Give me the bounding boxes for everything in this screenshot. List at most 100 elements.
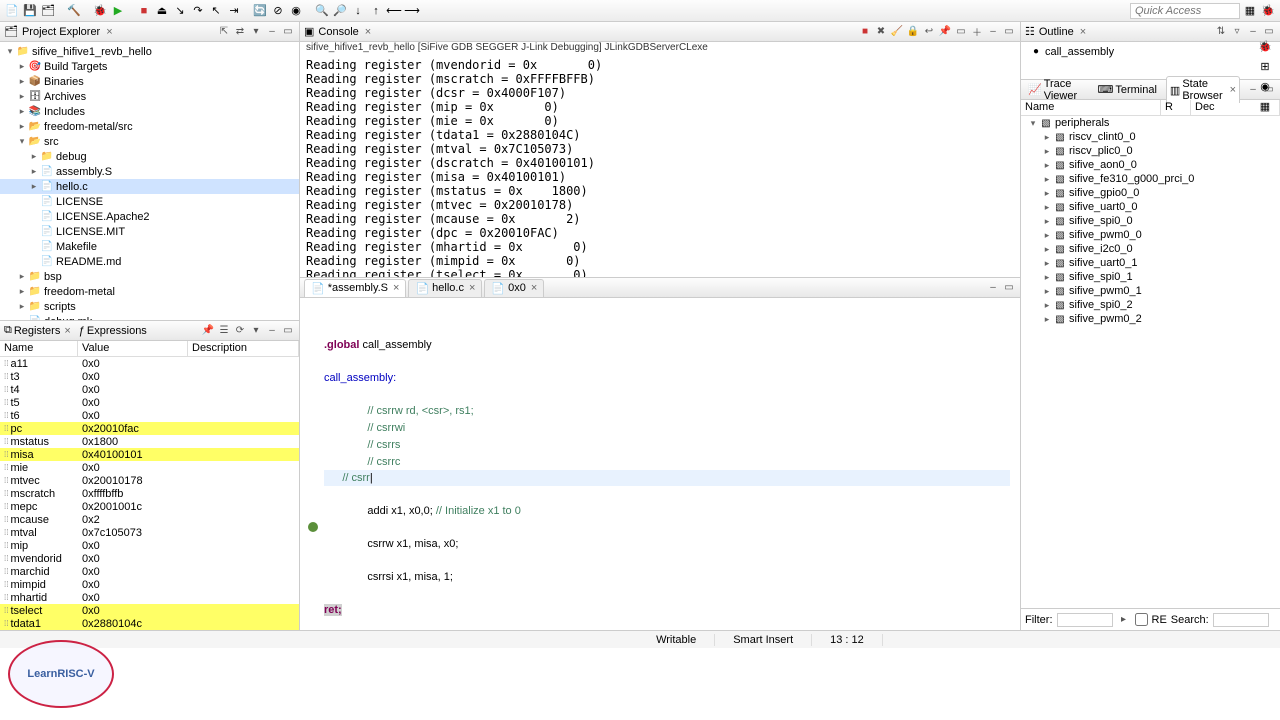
state-item[interactable]: ▸▧sifive_uart0_1 bbox=[1021, 256, 1280, 270]
apply-filter-icon[interactable]: ▸ bbox=[1117, 613, 1131, 627]
scroll-lock-icon[interactable]: 🔒 bbox=[906, 25, 920, 39]
terminate-icon[interactable]: ⊘ bbox=[270, 3, 286, 19]
back-icon[interactable]: ⟵ bbox=[386, 3, 402, 19]
state-item[interactable]: ▾▧peripherals bbox=[1021, 116, 1280, 130]
twisty-icon[interactable]: ▸ bbox=[1041, 244, 1053, 255]
register-row[interactable]: ⁞⁞t40x0 bbox=[0, 383, 299, 396]
twisty-icon[interactable]: ▸ bbox=[1041, 202, 1053, 213]
maximize-icon[interactable]: ▭ bbox=[1002, 25, 1016, 39]
step-return-icon[interactable]: ↖ bbox=[208, 3, 224, 19]
pin-console-icon[interactable]: 📌 bbox=[938, 25, 952, 39]
re-checkbox[interactable] bbox=[1135, 613, 1148, 626]
step-into-icon[interactable]: ↘ bbox=[172, 3, 188, 19]
debug-config-icon[interactable]: 🐞 bbox=[92, 3, 108, 19]
tree-item[interactable]: ▸📄hello.c bbox=[0, 179, 299, 194]
registers-body[interactable]: ⁞⁞a110x0⁞⁞t30x0⁞⁞t40x0⁞⁞t50x0⁞⁞t60x0⁞⁞pc… bbox=[0, 357, 299, 630]
debug-view-icon[interactable]: 🐞 bbox=[1258, 40, 1272, 54]
close-icon[interactable]: × bbox=[365, 26, 371, 38]
editor-body[interactable]: .global call_assembly call_assembly: // … bbox=[300, 298, 1020, 640]
state-item[interactable]: ▸▧sifive_spi0_2 bbox=[1021, 298, 1280, 312]
memory-view-icon[interactable]: ▦ bbox=[1258, 100, 1272, 114]
register-row[interactable]: ⁞⁞mimpid0x0 bbox=[0, 578, 299, 591]
register-row[interactable]: ⁞⁞t60x0 bbox=[0, 409, 299, 422]
twisty-icon[interactable]: ▸ bbox=[1041, 146, 1053, 157]
register-row[interactable]: ⁞⁞mvendorid0x0 bbox=[0, 552, 299, 565]
twisty-icon[interactable]: ▸ bbox=[1041, 230, 1053, 241]
register-row[interactable]: ⁞⁞misa0x40100101 bbox=[0, 448, 299, 461]
twisty-icon[interactable]: ▸ bbox=[1041, 300, 1053, 311]
refresh-icon[interactable]: ⟳ bbox=[233, 324, 247, 338]
close-icon[interactable]: × bbox=[1080, 26, 1086, 38]
twisty-icon[interactable]: ▸ bbox=[1041, 216, 1053, 227]
tab-registers[interactable]: ⧉Registers× bbox=[4, 324, 71, 337]
register-row[interactable]: ⁞⁞a110x0 bbox=[0, 357, 299, 370]
tab-expressions[interactable]: ƒExpressions bbox=[79, 325, 147, 337]
breakpoints-view-icon[interactable]: ◉ bbox=[1258, 80, 1272, 94]
twisty-icon[interactable]: ▸ bbox=[1041, 132, 1053, 143]
maximize-icon[interactable]: ▭ bbox=[281, 324, 295, 338]
sort-icon[interactable]: ⇅ bbox=[1214, 25, 1228, 39]
register-row[interactable]: ⁞⁞mip0x0 bbox=[0, 539, 299, 552]
state-item[interactable]: ▸▧sifive_uart0_0 bbox=[1021, 200, 1280, 214]
editor-tab[interactable]: 📄0x0× bbox=[484, 279, 544, 297]
tree-item[interactable]: ▸📁scripts bbox=[0, 299, 299, 314]
project-explorer-tree[interactable]: ▾📁sifive_hifive1_revb_hello▸🎯Build Targe… bbox=[0, 42, 299, 320]
perspective-cpp-icon[interactable]: ▦ bbox=[1242, 3, 1258, 19]
state-item[interactable]: ▸▧sifive_pwm0_1 bbox=[1021, 284, 1280, 298]
restart-icon[interactable]: 🔄 bbox=[252, 3, 268, 19]
twisty-icon[interactable]: ▸ bbox=[28, 151, 40, 162]
col-value[interactable]: Value bbox=[78, 341, 188, 356]
twisty-icon[interactable]: ▸ bbox=[28, 166, 40, 177]
step-over-icon[interactable]: ↷ bbox=[190, 3, 206, 19]
tree-item[interactable]: 📄README.md bbox=[0, 254, 299, 269]
register-row[interactable]: ⁞⁞mepc0x2001001c bbox=[0, 500, 299, 513]
tree-item[interactable]: 📄LICENSE.MIT bbox=[0, 224, 299, 239]
register-row[interactable]: ⁞⁞mscratch0xffffbffb bbox=[0, 487, 299, 500]
state-item[interactable]: ▸▧sifive_fe310_g000_prci_0 bbox=[1021, 172, 1280, 186]
new-icon[interactable]: 📄 bbox=[4, 3, 20, 19]
twisty-icon[interactable]: ▸ bbox=[1041, 188, 1053, 199]
minimize-icon[interactable]: – bbox=[986, 281, 1000, 295]
twisty-icon[interactable]: ▸ bbox=[16, 271, 28, 282]
state-item[interactable]: ▸▧sifive_pwm0_2 bbox=[1021, 312, 1280, 326]
state-item[interactable]: ▸▧riscv_plic0_0 bbox=[1021, 144, 1280, 158]
state-item[interactable]: ▸▧riscv_clint0_0 bbox=[1021, 130, 1280, 144]
tree-item[interactable]: ▸📁freedom-metal bbox=[0, 284, 299, 299]
twisty-icon[interactable]: ▸ bbox=[16, 76, 28, 87]
register-row[interactable]: ⁞⁞mtvec0x20010178 bbox=[0, 474, 299, 487]
close-icon[interactable]: × bbox=[393, 282, 399, 294]
twisty-icon[interactable]: ▾ bbox=[4, 46, 16, 57]
col-name[interactable]: Name bbox=[1021, 100, 1161, 115]
tree-item[interactable]: ▸📁debug bbox=[0, 149, 299, 164]
col-desc[interactable]: Description bbox=[188, 341, 299, 356]
outline-body[interactable]: ●call_assembly bbox=[1021, 42, 1280, 79]
close-icon[interactable]: × bbox=[531, 282, 537, 294]
twisty-icon[interactable]: ▸ bbox=[1041, 286, 1053, 297]
twisty-icon[interactable]: ▸ bbox=[16, 286, 28, 297]
twisty-icon[interactable]: ▾ bbox=[16, 136, 28, 147]
pin-icon[interactable]: 📌 bbox=[201, 324, 215, 338]
register-row[interactable]: ⁞⁞mie0x0 bbox=[0, 461, 299, 474]
collapse-all-icon[interactable]: ⇱ bbox=[217, 25, 231, 39]
resume-icon[interactable]: ⇥ bbox=[226, 3, 242, 19]
state-item[interactable]: ▸▧sifive_pwm0_0 bbox=[1021, 228, 1280, 242]
outline-item[interactable]: ●call_assembly bbox=[1025, 44, 1276, 59]
state-item[interactable]: ▸▧sifive_gpio0_0 bbox=[1021, 186, 1280, 200]
state-item[interactable]: ▸▧sifive_i2c0_0 bbox=[1021, 242, 1280, 256]
view-menu-icon[interactable]: ▾ bbox=[249, 324, 263, 338]
word-wrap-icon[interactable]: ↩ bbox=[922, 25, 936, 39]
tree-item[interactable]: ▸🗄Archives bbox=[0, 89, 299, 104]
build-icon[interactable]: 🔨 bbox=[66, 3, 82, 19]
twisty-icon[interactable]: ▸ bbox=[16, 106, 28, 117]
quick-access-input[interactable] bbox=[1130, 3, 1240, 19]
tree-item[interactable]: ▸📁bsp bbox=[0, 269, 299, 284]
register-row[interactable]: ⁞⁞mtval0x7c105073 bbox=[0, 526, 299, 539]
twisty-icon[interactable]: ▸ bbox=[16, 61, 28, 72]
twisty-icon[interactable]: ▸ bbox=[16, 91, 28, 102]
twisty-icon[interactable]: ▸ bbox=[16, 121, 28, 132]
state-tree[interactable]: ▾▧peripherals▸▧riscv_clint0_0▸▧riscv_pli… bbox=[1021, 116, 1280, 608]
filter-icon[interactable]: ▿ bbox=[1230, 25, 1244, 39]
twisty-icon[interactable]: ▸ bbox=[16, 301, 28, 312]
search-input[interactable] bbox=[1213, 613, 1269, 627]
close-icon[interactable]: × bbox=[1230, 84, 1236, 96]
